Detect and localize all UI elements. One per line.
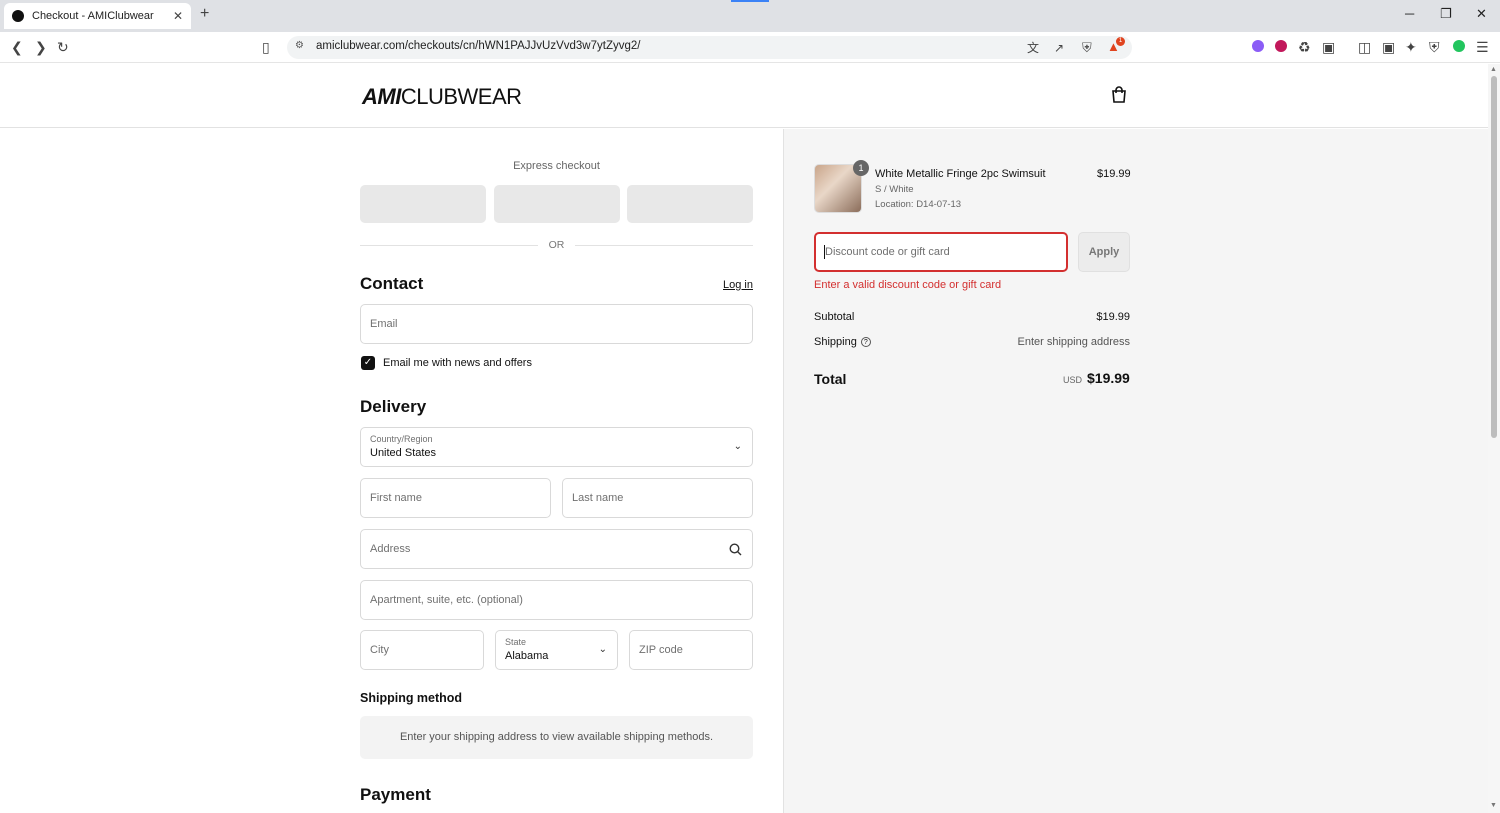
order-summary: 1 White Metallic Fringe 2pc Swimsuit S /… bbox=[783, 129, 1488, 813]
shipping-label: Shipping bbox=[814, 336, 857, 348]
tab-title: Checkout - AMIClubwear bbox=[32, 10, 154, 22]
city-field[interactable]: City bbox=[360, 630, 484, 670]
translate-icon[interactable]: 文 bbox=[1027, 39, 1039, 57]
search-icon bbox=[729, 543, 742, 556]
scroll-up-icon[interactable]: ▲ bbox=[1490, 66, 1497, 73]
last-name-placeholder: Last name bbox=[572, 492, 624, 504]
logo-light-text: CLUBWEAR bbox=[400, 84, 522, 109]
total-value: $19.99 bbox=[1087, 370, 1130, 386]
reload-icon[interactable]: ↻ bbox=[57, 38, 69, 56]
site-favicon-icon bbox=[12, 10, 24, 22]
first-name-placeholder: First name bbox=[370, 492, 422, 504]
subtotal-label: Subtotal bbox=[814, 311, 855, 323]
back-icon[interactable]: ❮ bbox=[11, 38, 23, 56]
shopping-bag-icon[interactable] bbox=[1111, 86, 1127, 103]
browser-tab[interactable]: Checkout - AMIClubwear ✕ bbox=[4, 3, 191, 29]
restore-button[interactable]: ❐ bbox=[1440, 6, 1452, 22]
login-link[interactable]: Log in bbox=[723, 279, 753, 291]
quantity-badge: 1 bbox=[853, 160, 869, 176]
new-tab-button[interactable]: + bbox=[200, 5, 209, 23]
express-pay-button-2[interactable] bbox=[494, 185, 620, 223]
page-scrollbar[interactable]: ▲ ▼ bbox=[1488, 64, 1500, 813]
brave-shield-icon[interactable]: ⛨ bbox=[1082, 39, 1092, 57]
shipping-method-message: Enter your shipping address to view avai… bbox=[360, 716, 753, 759]
country-label: Country/Region bbox=[370, 434, 433, 444]
country-value: United States bbox=[370, 447, 437, 459]
country-select[interactable]: Country/Region United States ⌄ bbox=[360, 427, 753, 467]
zip-placeholder: ZIP code bbox=[639, 644, 683, 656]
vpn-icon[interactable]: ⛨ bbox=[1429, 38, 1440, 56]
discount-code-input[interactable]: Discount code or gift card bbox=[814, 232, 1068, 272]
scroll-thumb[interactable] bbox=[1491, 76, 1497, 438]
browser-tab-bar: Checkout - AMIClubwear ✕ + ─ ❐ ✕ bbox=[0, 0, 1500, 32]
discount-error-message: Enter a valid discount code or gift card bbox=[814, 279, 1002, 291]
product-location: Location: D14-07-13 bbox=[875, 199, 962, 210]
state-value: Alabama bbox=[505, 650, 549, 662]
checkout-form: Express checkout OR Contact Log in Email… bbox=[0, 129, 783, 813]
minimize-button[interactable]: ─ bbox=[1405, 6, 1414, 21]
total-currency: USD bbox=[1063, 375, 1083, 385]
newsletter-label: Email me with news and offers bbox=[383, 357, 532, 369]
ai-assistant-icon[interactable]: ✦ bbox=[1405, 38, 1417, 56]
extension-green-icon[interactable] bbox=[1453, 40, 1465, 52]
chevron-down-icon: ⌄ bbox=[598, 644, 607, 655]
address-field[interactable]: Address bbox=[360, 529, 753, 569]
express-pay-button-1[interactable] bbox=[360, 185, 486, 223]
shipping-value: Enter shipping address bbox=[1017, 336, 1130, 348]
site-logo[interactable]: AMICLUBWEAR bbox=[362, 84, 522, 110]
product-name: White Metallic Fringe 2pc Swimsuit bbox=[875, 168, 1046, 180]
state-select[interactable]: State Alabama ⌄ bbox=[495, 630, 618, 670]
express-checkout-label: Express checkout bbox=[513, 160, 600, 172]
share-icon[interactable]: ↗ bbox=[1054, 39, 1064, 57]
window-close-button[interactable]: ✕ bbox=[1476, 6, 1487, 22]
payment-heading: Payment bbox=[360, 785, 431, 804]
apartment-placeholder: Apartment, suite, etc. (optional) bbox=[370, 594, 523, 606]
url-text[interactable]: amiclubwear.com/checkouts/cn/hWN1PAJJvUz… bbox=[316, 40, 640, 52]
menu-icon[interactable]: ☰ bbox=[1476, 38, 1489, 56]
product-price: $19.99 bbox=[1097, 168, 1131, 180]
site-info-icon[interactable]: ⚙ bbox=[295, 40, 304, 51]
subtotal-row: Subtotal $19.99 bbox=[814, 311, 1130, 323]
email-field[interactable]: Email bbox=[360, 304, 753, 344]
express-pay-button-3[interactable] bbox=[627, 185, 753, 223]
or-label: OR bbox=[548, 239, 565, 251]
apply-button[interactable]: Apply bbox=[1078, 232, 1130, 272]
apartment-field[interactable]: Apartment, suite, etc. (optional) bbox=[360, 580, 753, 620]
chevron-down-icon: ⌄ bbox=[733, 441, 742, 452]
total-label: Total bbox=[814, 371, 847, 387]
scroll-down-icon[interactable]: ▼ bbox=[1490, 802, 1497, 809]
last-name-field[interactable]: Last name bbox=[562, 478, 753, 518]
extension-purple-icon[interactable] bbox=[1252, 40, 1264, 52]
contact-heading: Contact bbox=[360, 274, 424, 293]
help-icon[interactable]: ? bbox=[860, 337, 871, 348]
wallet-icon[interactable]: ▣ bbox=[1382, 38, 1395, 56]
address-bar[interactable]: ⚙ amiclubwear.com/checkouts/cn/hWN1PAJJv… bbox=[287, 36, 1132, 59]
loading-indicator bbox=[731, 0, 769, 2]
first-name-field[interactable]: First name bbox=[360, 478, 551, 518]
extension-ublock-icon[interactable] bbox=[1275, 40, 1287, 52]
subtotal-value: $19.99 bbox=[1096, 311, 1130, 323]
shipping-row: Shipping? Enter shipping address bbox=[814, 336, 1130, 348]
city-placeholder: City bbox=[370, 644, 389, 656]
discount-placeholder: Discount code or gift card bbox=[825, 246, 950, 258]
product-variant: S / White bbox=[875, 184, 914, 195]
extensions-icon[interactable]: ♻ bbox=[1298, 38, 1311, 56]
address-placeholder: Address bbox=[370, 543, 411, 555]
sidebar-icon[interactable]: ◫ bbox=[1358, 38, 1371, 56]
forward-icon[interactable]: ❯ bbox=[35, 38, 47, 56]
screenshot-icon[interactable]: ▣ bbox=[1322, 38, 1335, 56]
or-divider: OR bbox=[360, 239, 753, 251]
tab-close-icon[interactable]: ✕ bbox=[173, 9, 183, 23]
site-header: AMICLUBWEAR bbox=[0, 64, 1488, 128]
delivery-heading: Delivery bbox=[360, 397, 427, 416]
email-placeholder: Email bbox=[370, 318, 398, 330]
notification-badge: 1 bbox=[1116, 37, 1125, 46]
state-label: State bbox=[505, 637, 527, 647]
newsletter-checkbox[interactable]: ✓ bbox=[361, 356, 375, 370]
zip-field[interactable]: ZIP code bbox=[629, 630, 753, 670]
shipping-method-heading: Shipping method bbox=[360, 691, 463, 705]
bookmark-icon[interactable]: ▯ bbox=[262, 38, 270, 56]
logo-bold-text: AMI bbox=[362, 84, 401, 109]
